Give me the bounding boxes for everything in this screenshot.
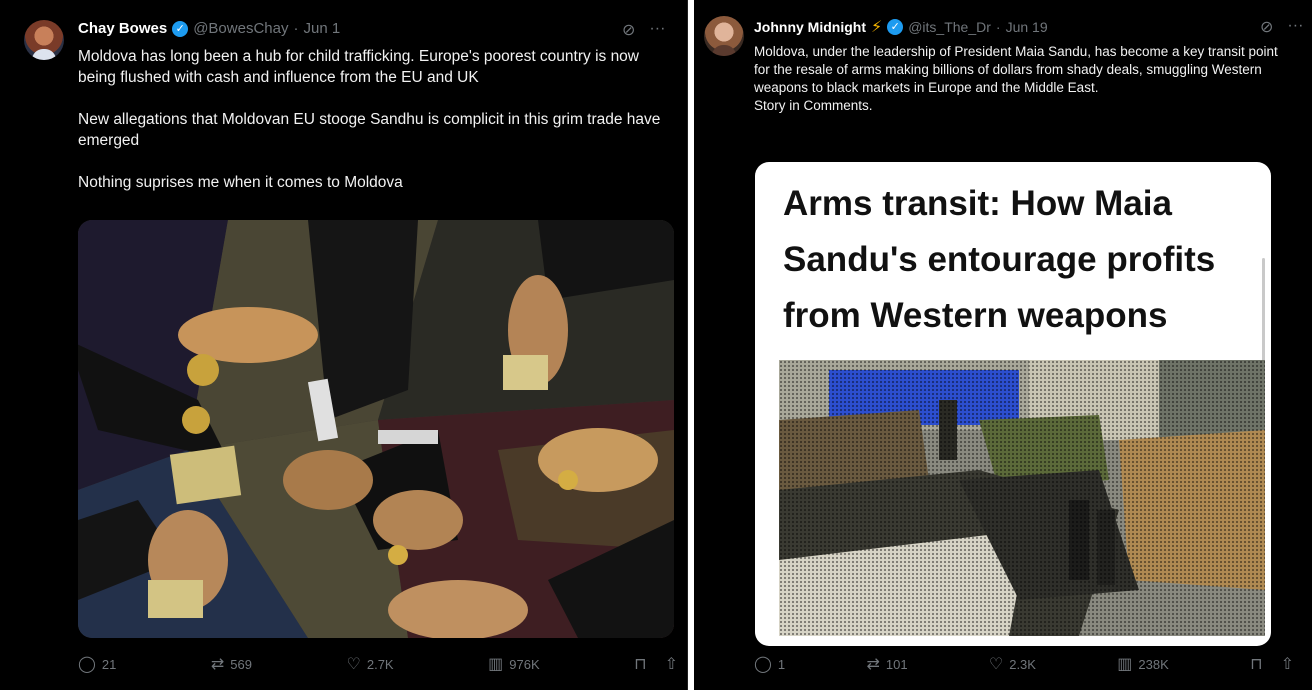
tweet-date[interactable]: Jun 1	[303, 20, 340, 37]
repost-icon: ⇄	[866, 656, 880, 673]
reply-count: 1	[777, 656, 786, 672]
author-handle[interactable]: @BowesChay	[193, 20, 288, 37]
verified-badge-icon: ✓	[172, 20, 189, 37]
repost-count: 569	[230, 656, 252, 672]
heart-icon: ♡	[346, 656, 361, 673]
tweet-header: Johnny Midnight ⚡ ✓ @its_The_Dr · Jun 19	[754, 17, 1048, 37]
repost-button[interactable]: ⇄ 569	[211, 654, 252, 674]
bookmark-icon: ⊓	[634, 656, 647, 673]
like-button[interactable]: ♡ 2.3K	[989, 654, 1036, 674]
tweet-johnny-midnight[interactable]: Johnny Midnight ⚡ ✓ @its_The_Dr · Jun 19…	[694, 0, 1312, 690]
share-icon: ⇧	[1280, 656, 1294, 673]
tweet-media-illustration[interactable]	[78, 220, 674, 638]
grok-icon[interactable]: ⊘	[1260, 17, 1273, 37]
tweet-chay-bowes[interactable]: Chay Bowes ✓ @BowesChay · Jun 1 ⊘ ··· Mo…	[0, 0, 688, 690]
tweet-paragraph: Moldova, under the leadership of Preside…	[754, 44, 1278, 95]
share-icon: ⇧	[664, 656, 679, 673]
view-count: 976K	[509, 656, 540, 672]
like-count: 2.7K	[366, 656, 394, 672]
author-name[interactable]: Chay Bowes	[78, 20, 167, 37]
tweet-paragraph: New allegations that Moldovan EU stooge …	[78, 111, 661, 149]
tweet-top-icons: ⊘ ···	[1260, 17, 1303, 37]
share-button[interactable]: ⇧	[665, 654, 678, 674]
analytics-icon: ▥	[488, 656, 504, 673]
tweet-text: Moldova has long been a hub for child tr…	[78, 46, 678, 193]
tweet-actions: ◯ 21 ⇄ 569 ♡ 2.7K ▥ 976K ⊓ ⇧	[78, 654, 678, 674]
repost-button[interactable]: ⇄ 101	[866, 654, 907, 674]
lightning-icon: ⚡	[870, 19, 883, 36]
tweet-paragraph: Story in Comments.	[754, 98, 873, 113]
bookmark-button[interactable]: ⊓	[634, 654, 646, 674]
separator: ·	[995, 19, 1001, 35]
tweet-media-article-card[interactable]: Arms transit: How Maia Sandu's entourage…	[755, 162, 1271, 646]
article-headline: Arms transit: How Maia Sandu's entourage…	[783, 184, 1216, 335]
avatar[interactable]	[704, 16, 744, 56]
repost-icon: ⇄	[210, 656, 225, 673]
reply-button[interactable]: ◯ 21	[78, 654, 116, 674]
author-handle[interactable]: @its_The_Dr	[908, 19, 991, 35]
tweet-text: Moldova, under the leadership of Preside…	[754, 43, 1294, 115]
author-name[interactable]: Johnny Midnight	[754, 19, 866, 35]
reply-button[interactable]: ◯ 1	[754, 654, 785, 674]
separator: ·	[293, 20, 299, 37]
views-button[interactable]: ▥ 976K	[488, 654, 540, 674]
bookmark-button[interactable]: ⊓	[1250, 654, 1262, 674]
view-count: 238K	[1138, 656, 1169, 672]
tweet-paragraph: Moldova has long been a hub for child tr…	[78, 48, 639, 86]
avatar[interactable]	[24, 20, 64, 60]
reply-icon: ◯	[754, 656, 772, 673]
tweet-date[interactable]: Jun 19	[1006, 19, 1048, 35]
hands-money-illustration	[78, 220, 674, 638]
tweet-top-icons: ⊘ ···	[622, 20, 665, 40]
bookmark-icon: ⊓	[1250, 656, 1263, 673]
heart-icon: ♡	[988, 656, 1004, 673]
grok-icon[interactable]: ⊘	[622, 20, 635, 40]
verified-badge-icon: ✓	[887, 19, 904, 35]
reply-icon: ◯	[78, 656, 96, 673]
tweet-header: Chay Bowes ✓ @BowesChay · Jun 1	[78, 20, 340, 37]
analytics-icon: ▥	[1117, 656, 1133, 673]
more-icon[interactable]: ···	[1287, 17, 1303, 37]
weapons-depot-photo	[779, 360, 1265, 636]
tweet-actions: ◯ 1 ⇄ 101 ♡ 2.3K ▥ 238K ⊓ ⇧	[754, 654, 1294, 674]
like-count: 2.3K	[1009, 656, 1036, 672]
more-icon[interactable]: ···	[649, 20, 665, 40]
share-button[interactable]: ⇧	[1281, 654, 1294, 674]
repost-count: 101	[885, 656, 908, 672]
views-button[interactable]: ▥ 238K	[1117, 654, 1169, 674]
like-button[interactable]: ♡ 2.7K	[347, 654, 394, 674]
tweet-paragraph: Nothing suprises me when it comes to Mol…	[78, 174, 403, 191]
reply-count: 21	[101, 656, 117, 672]
